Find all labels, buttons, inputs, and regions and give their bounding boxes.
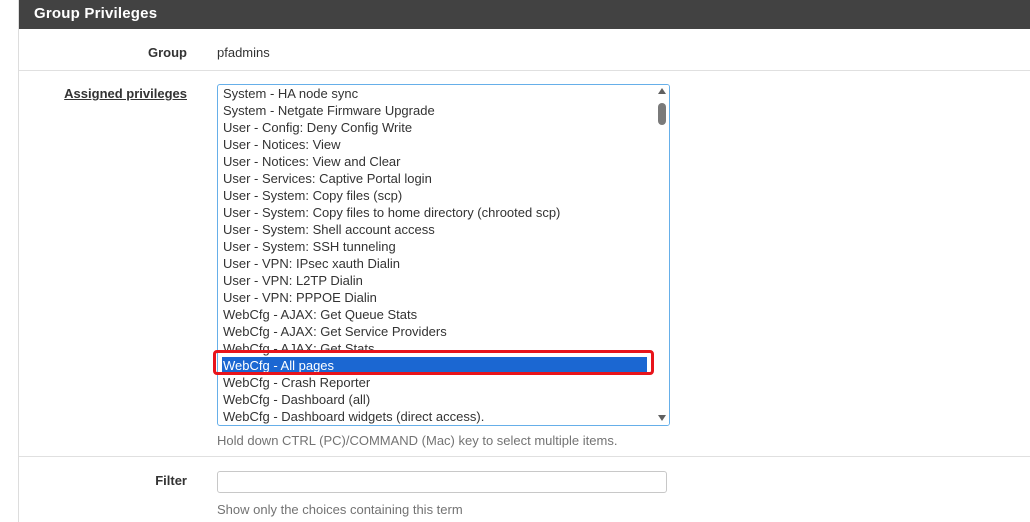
list-item[interactable]: User - Services: Captive Portal login	[223, 170, 648, 187]
list-item[interactable]: User - VPN: IPsec xauth Dialin	[223, 255, 648, 272]
panel-title: Group Privileges	[34, 5, 158, 22]
group-privileges-panel: Group Privileges Group pfadmins Assigned…	[18, 0, 1030, 522]
list-item[interactable]: User - System: Shell account access	[223, 221, 648, 238]
privileges-help-text: Hold down CTRL (PC)/COMMAND (Mac) key to…	[217, 433, 618, 448]
selection-highlight-annotation	[213, 350, 654, 375]
group-row: Group pfadmins	[19, 29, 1030, 71]
group-value: pfadmins	[217, 45, 270, 60]
list-item[interactable]: System - HA node sync	[223, 85, 648, 102]
scroll-up-arrow-icon[interactable]	[658, 88, 666, 94]
list-item[interactable]: WebCfg - Dashboard (all)	[223, 391, 648, 408]
listbox-scrollbar[interactable]	[655, 85, 669, 425]
list-item[interactable]: User - Notices: View	[223, 136, 648, 153]
list-item[interactable]: System - Netgate Firmware Upgrade	[223, 102, 648, 119]
filter-row: Filter Show only the choices containing …	[19, 457, 1030, 522]
list-item[interactable]: WebCfg - AJAX: Get Queue Stats	[223, 306, 648, 323]
list-item[interactable]: User - System: Copy files (scp)	[223, 187, 648, 204]
scroll-down-arrow-icon[interactable]	[658, 415, 666, 421]
list-item[interactable]: User - Config: Deny Config Write	[223, 119, 648, 136]
scroll-thumb[interactable]	[658, 103, 666, 125]
list-item[interactable]: User - System: Copy files to home direct…	[223, 204, 648, 221]
assigned-privileges-label: Assigned privileges	[64, 86, 187, 101]
assigned-privileges-row: Assigned privileges System - HA node syn…	[19, 70, 1030, 457]
left-margin	[0, 0, 18, 522]
panel-heading: Group Privileges	[19, 0, 1030, 29]
list-item[interactable]: User - VPN: PPPOE Dialin	[223, 289, 648, 306]
page: Group Privileges Group pfadmins Assigned…	[0, 0, 1030, 522]
filter-label: Filter	[155, 473, 187, 488]
filter-help-text: Show only the choices containing this te…	[217, 502, 463, 517]
list-item[interactable]: WebCfg - Dashboard widgets (direct acces…	[223, 408, 648, 425]
list-item[interactable]: WebCfg - AJAX: Get Service Providers	[223, 323, 648, 340]
list-item[interactable]: WebCfg - Crash Reporter	[223, 374, 648, 391]
filter-input[interactable]	[217, 471, 667, 493]
list-item[interactable]: User - System: SSH tunneling	[223, 238, 648, 255]
group-label: Group	[148, 45, 187, 60]
list-item[interactable]: User - Notices: View and Clear	[223, 153, 648, 170]
list-item[interactable]: User - VPN: L2TP Dialin	[223, 272, 648, 289]
